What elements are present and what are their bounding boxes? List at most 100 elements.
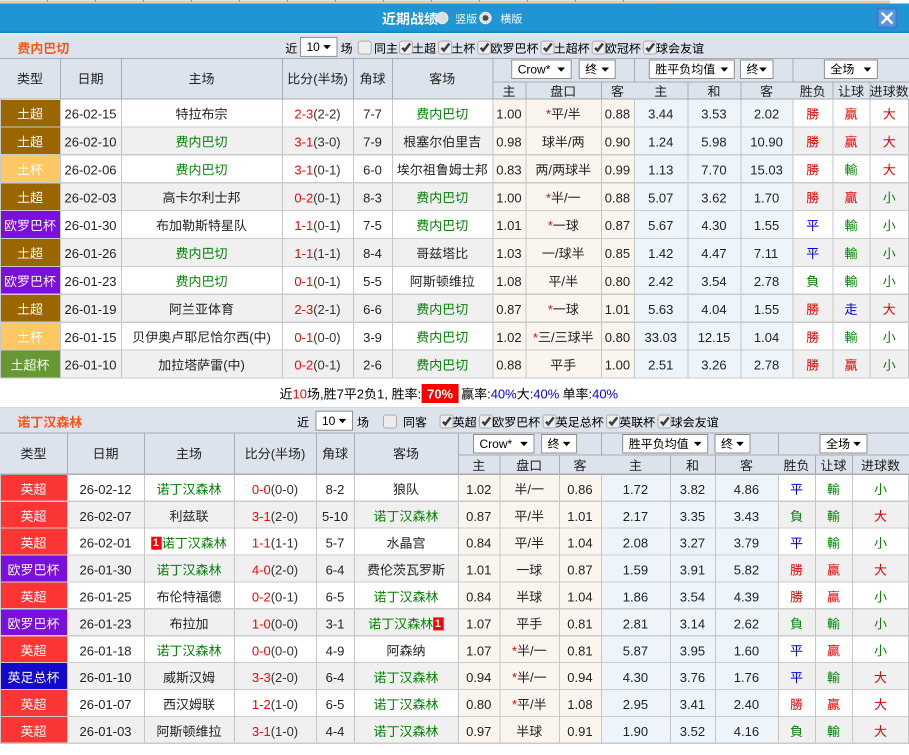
- svg-text:4-4: 4-4: [326, 724, 345, 739]
- svg-text:8-4: 8-4: [363, 246, 382, 261]
- svg-text:(2-0): (2-0): [271, 509, 298, 524]
- svg-text:1.08: 1.08: [496, 274, 521, 289]
- svg-text:(2-0): (2-0): [271, 670, 298, 685]
- svg-text:4.30: 4.30: [623, 670, 648, 685]
- svg-text:(0-1): (0-1): [313, 274, 340, 289]
- svg-text:/: /: [564, 107, 568, 122]
- svg-text:0.87: 0.87: [605, 218, 630, 233]
- svg-text:*: *: [512, 670, 517, 685]
- svg-text:1,: 1,: [377, 387, 388, 402]
- svg-text:26-01-23: 26-01-23: [80, 616, 132, 631]
- svg-text:0.87: 0.87: [466, 509, 491, 524]
- svg-text:6-5: 6-5: [326, 697, 345, 712]
- svg-text:): ): [241, 358, 245, 373]
- svg-text:1.76: 1.76: [734, 670, 759, 685]
- svg-text:8-3: 8-3: [363, 190, 382, 205]
- svg-text:2.08: 2.08: [623, 536, 648, 551]
- svg-text:26-01-30: 26-01-30: [80, 563, 132, 578]
- svg-text:26-01-25: 26-01-25: [80, 590, 132, 605]
- svg-text:2.51: 2.51: [648, 358, 673, 373]
- svg-text:7: 7: [337, 387, 344, 402]
- svg-text:3.53: 3.53: [701, 107, 726, 122]
- svg-text:0.97: 0.97: [466, 724, 491, 739]
- svg-text:Crow*: Crow*: [518, 63, 551, 77]
- svg-text:26-01-19: 26-01-19: [65, 302, 117, 317]
- svg-text:26-02-12: 26-02-12: [80, 482, 132, 497]
- svg-text:0.88: 0.88: [605, 190, 630, 205]
- svg-text:3.35: 3.35: [680, 509, 705, 524]
- svg-text:1.72: 1.72: [623, 482, 648, 497]
- svg-text:70%: 70%: [427, 386, 453, 401]
- svg-text:1.00: 1.00: [496, 107, 521, 122]
- svg-text:1.07: 1.07: [466, 643, 491, 658]
- svg-text:5.07: 5.07: [648, 190, 673, 205]
- svg-text:(: (: [271, 446, 276, 461]
- svg-text:6-4: 6-4: [326, 670, 345, 685]
- svg-text:1.55: 1.55: [754, 218, 779, 233]
- svg-text:0.83: 0.83: [496, 162, 521, 177]
- svg-text:3.82: 3.82: [680, 482, 705, 497]
- svg-text:1-2: 1-2: [252, 697, 271, 712]
- svg-text:0.81: 0.81: [567, 616, 592, 631]
- svg-text:3.52: 3.52: [680, 724, 705, 739]
- svg-text:2.40: 2.40: [734, 697, 759, 712]
- svg-text:1.08: 1.08: [567, 697, 592, 712]
- svg-text:3.62: 3.62: [701, 190, 726, 205]
- svg-text:26-02-06: 26-02-06: [65, 162, 117, 177]
- svg-text:0-2: 0-2: [252, 590, 271, 605]
- svg-text:3.27: 3.27: [680, 536, 705, 551]
- svg-text:7-9: 7-9: [363, 135, 382, 150]
- svg-text:3.44: 3.44: [648, 107, 673, 122]
- svg-text:/: /: [564, 190, 568, 205]
- svg-text:(0-0): (0-0): [271, 482, 298, 497]
- svg-text:*: *: [546, 190, 551, 205]
- svg-text:0.88: 0.88: [605, 107, 630, 122]
- svg-text:0.91: 0.91: [567, 724, 592, 739]
- svg-text:5.98: 5.98: [701, 135, 726, 150]
- svg-text:*: *: [546, 107, 551, 122]
- svg-text:(: (: [313, 71, 318, 86]
- svg-text:1.01: 1.01: [605, 302, 630, 317]
- svg-text::: :: [418, 387, 422, 402]
- svg-text:/: /: [568, 135, 572, 150]
- svg-text:3-9: 3-9: [363, 330, 382, 345]
- svg-text:2-3: 2-3: [294, 107, 313, 122]
- svg-text:Crow*: Crow*: [480, 437, 513, 451]
- svg-text:1.86: 1.86: [623, 590, 648, 605]
- svg-text:3-3: 3-3: [252, 670, 271, 685]
- svg-text:1.24: 1.24: [648, 135, 673, 150]
- svg-text:26-01-18: 26-01-18: [80, 643, 132, 658]
- svg-text:1.04: 1.04: [754, 330, 779, 345]
- svg-text:5.63: 5.63: [648, 302, 673, 317]
- svg-text:*: *: [548, 302, 553, 317]
- svg-text:2.78: 2.78: [754, 274, 779, 289]
- svg-text:26-01-10: 26-01-10: [80, 670, 132, 685]
- svg-text:2-3: 2-3: [294, 302, 313, 317]
- svg-text:(0-0): (0-0): [271, 616, 298, 631]
- svg-text:7.70: 7.70: [701, 162, 726, 177]
- svg-text:4-0: 4-0: [252, 563, 271, 578]
- svg-text:(1-0): (1-0): [271, 724, 298, 739]
- svg-text:): ): [344, 71, 348, 86]
- svg-text:0.99: 0.99: [605, 162, 630, 177]
- svg-text:10: 10: [322, 414, 336, 428]
- svg-text:40%: 40%: [592, 387, 618, 402]
- svg-text:0.80: 0.80: [466, 697, 491, 712]
- svg-text:4.16: 4.16: [734, 724, 759, 739]
- svg-text:0.84: 0.84: [466, 590, 491, 605]
- svg-text:3-1: 3-1: [252, 509, 271, 524]
- svg-text:0.90: 0.90: [605, 135, 630, 150]
- svg-text:*: *: [533, 330, 538, 345]
- svg-text:4-9: 4-9: [326, 643, 345, 658]
- svg-text:26-02-15: 26-02-15: [65, 107, 117, 122]
- svg-text:3.54: 3.54: [680, 590, 705, 605]
- svg-text:1.55: 1.55: [754, 302, 779, 317]
- svg-text:1.70: 1.70: [754, 190, 779, 205]
- svg-text:(0-1): (0-1): [313, 218, 340, 233]
- svg-text:4.04: 4.04: [701, 302, 726, 317]
- svg-text:0.84: 0.84: [466, 536, 491, 551]
- svg-text:3-1: 3-1: [294, 162, 313, 177]
- svg-text:1.01: 1.01: [567, 509, 592, 524]
- svg-text:/: /: [561, 274, 565, 289]
- svg-text:1.02: 1.02: [466, 482, 491, 497]
